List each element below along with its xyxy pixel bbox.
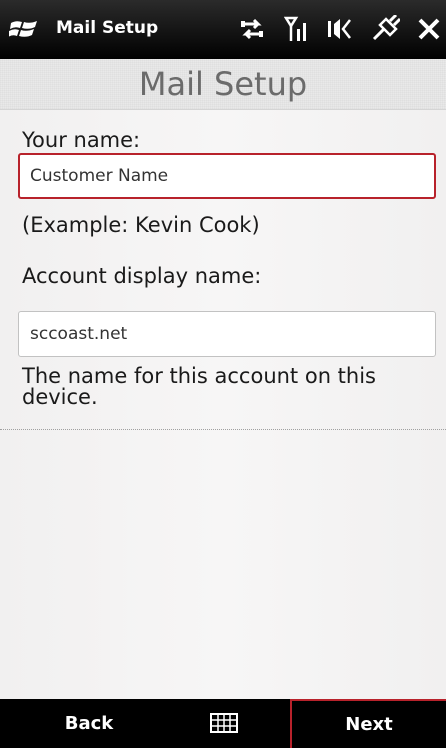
your-name-example: (Example: Kevin Cook) xyxy=(22,213,260,237)
app-title: Mail Setup xyxy=(56,18,159,38)
back-button[interactable]: Back xyxy=(0,699,178,748)
your-name-input[interactable]: Customer Name xyxy=(18,153,436,199)
status-icons xyxy=(238,14,440,44)
form-content: Your name: Customer Name (Example: Kevin… xyxy=(0,110,446,699)
softkey-bar: Back Next xyxy=(0,699,446,748)
keyboard-icon[interactable] xyxy=(210,713,238,733)
signal-icon[interactable] xyxy=(284,15,308,43)
account-display-name-input[interactable]: sccoast.net xyxy=(18,311,436,357)
divider xyxy=(0,429,446,430)
your-name-label: Your name: xyxy=(22,128,141,152)
connectivity-icon[interactable] xyxy=(238,16,266,42)
page-heading-band: Mail Setup xyxy=(0,59,446,110)
account-display-name-label: Account display name: xyxy=(22,264,262,288)
mail-setup-screen: Mail Setup Mail Setup Your name: Custome… xyxy=(0,0,446,748)
windows-logo-icon[interactable] xyxy=(9,17,39,41)
volume-icon[interactable] xyxy=(326,15,352,43)
title-bar: Mail Setup xyxy=(0,0,446,59)
next-button[interactable]: Next xyxy=(290,699,446,748)
page-title: Mail Setup xyxy=(138,65,308,103)
account-display-name-hint: The name for this account on this device… xyxy=(22,364,376,409)
battery-charging-icon[interactable] xyxy=(370,15,400,43)
close-icon[interactable] xyxy=(418,18,440,40)
